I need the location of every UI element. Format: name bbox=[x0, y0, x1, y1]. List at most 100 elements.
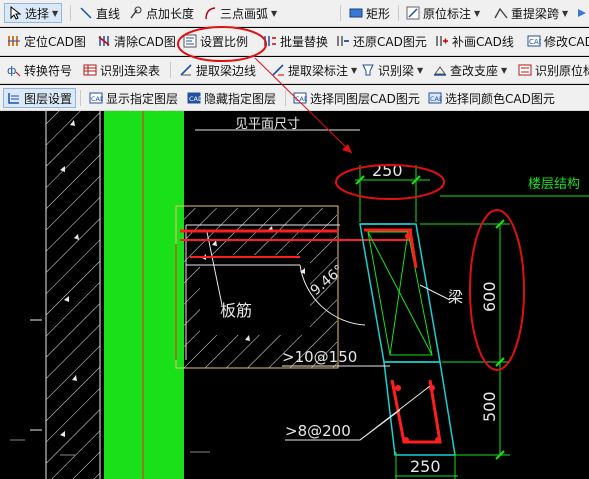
select-button[interactable]: 选择 ▼ bbox=[4, 3, 63, 23]
select-same-color-label: 选择同颜色CAD图元 bbox=[445, 91, 555, 106]
check-support-label: 查改支座 bbox=[450, 63, 499, 78]
beam-label: 梁 bbox=[448, 288, 463, 306]
green-column bbox=[104, 111, 184, 479]
batch-replace-label: 批量替换 bbox=[280, 34, 329, 49]
chevron-down-icon[interactable]: ▼ bbox=[271, 9, 277, 18]
identify-beam-label: 识别梁 bbox=[378, 63, 415, 78]
svg-text:CAD: CAD bbox=[529, 38, 541, 46]
convert-symbol-button[interactable]: ф 转换符号 bbox=[4, 60, 75, 80]
identify-beam-table-label: 识别连梁表 bbox=[100, 63, 161, 78]
rebar-10-150-label: >10@150 bbox=[282, 348, 357, 366]
dim-top-value: 250 bbox=[372, 161, 403, 180]
original-dim-button[interactable]: 原位标注 ▼ bbox=[403, 3, 483, 23]
svg-text:CAD: CAD bbox=[189, 95, 201, 103]
re-extract-span-button[interactable]: 重提梁跨 ▼ bbox=[491, 3, 571, 23]
show-layer-icon: CAD bbox=[89, 91, 103, 105]
locate-icon bbox=[7, 34, 21, 48]
slab-label-clear bbox=[200, 255, 310, 335]
restore-cad-label: 还原CAD图元 bbox=[353, 34, 427, 49]
dimension-icon bbox=[406, 6, 420, 20]
hide-layer-button[interactable]: CAD 隐藏指定图层 bbox=[184, 88, 279, 108]
identify-original-dim-button[interactable]: 识别原位标 bbox=[515, 60, 589, 80]
extract-beam-label-button[interactable]: 提取梁标注 ▼ bbox=[268, 60, 360, 80]
chevron-down-icon[interactable]: ▼ bbox=[501, 66, 507, 75]
chevron-down-icon[interactable]: ▼ bbox=[351, 66, 357, 75]
label-icon bbox=[271, 63, 285, 77]
point-length-button[interactable]: 点加长度 bbox=[126, 3, 197, 23]
identify-beam-button[interactable]: 识别梁 ▼ bbox=[358, 60, 426, 80]
rebar-dot bbox=[403, 437, 409, 443]
modify-cad-button[interactable]: CAD 修改CAD bbox=[524, 31, 589, 51]
select-same-layer-label: 选择同图层CAD图元 bbox=[310, 91, 420, 106]
symbol-icon: ф bbox=[7, 63, 21, 77]
more-icon bbox=[575, 6, 589, 20]
clear-cad-button[interactable]: 清除CAD图 bbox=[94, 31, 179, 51]
select-same-layer-button[interactable]: CAD 选择同图层CAD图元 bbox=[290, 88, 423, 108]
supplement-cad-line-label: 补画CAD线 bbox=[452, 34, 514, 49]
cad-canvas[interactable]: 见平面尺寸 板筋 9.46° 梁 250 600 500 楼层结构 250 >1… bbox=[0, 111, 589, 479]
more-button[interactable] bbox=[572, 3, 589, 23]
support-icon bbox=[433, 63, 447, 77]
modify-cad-label: 修改CAD bbox=[544, 34, 589, 49]
point-length-label: 点加长度 bbox=[146, 6, 195, 21]
rebar-8-200-label: >8@200 bbox=[285, 422, 351, 440]
slab-rebar-label: 板筋 bbox=[220, 301, 252, 320]
chevron-down-icon[interactable]: ▼ bbox=[417, 66, 423, 75]
identify-beam-table-button[interactable]: 识别连梁表 bbox=[80, 60, 163, 80]
arc-icon bbox=[203, 6, 217, 20]
edge-icon bbox=[179, 63, 193, 77]
toolbar-row-1: 选择 ▼ 直线 点加长度 三点画弧 ▼ 矩形 原位标注 ▼ 重提梁跨 ▼ bbox=[0, 0, 589, 27]
show-layer-label: 显示指定图层 bbox=[106, 91, 179, 106]
locate-cad-label: 定位CAD图 bbox=[24, 34, 86, 49]
svg-text:CAD: CAD bbox=[295, 95, 307, 103]
line-button[interactable]: 直线 bbox=[76, 3, 123, 23]
three-point-arc-label: 三点画弧 bbox=[220, 6, 269, 21]
svg-text:CAD: CAD bbox=[430, 95, 442, 103]
select-same-color-button[interactable]: CAD 选择同颜色CAD图元 bbox=[425, 88, 558, 108]
dim-500-value: 500 bbox=[480, 391, 499, 422]
batch-replace-button[interactable]: 批量替换 bbox=[260, 31, 331, 51]
modify-cad-icon: CAD bbox=[527, 34, 541, 48]
svg-text:ф: ф bbox=[7, 64, 16, 77]
three-point-arc-button[interactable]: 三点画弧 ▼ bbox=[200, 3, 280, 23]
chevron-down-icon[interactable]: ▼ bbox=[52, 9, 58, 18]
set-scale-label: 设置比例 bbox=[200, 34, 249, 49]
hide-layer-label: 隐藏指定图层 bbox=[204, 91, 277, 106]
dim-600-value: 600 bbox=[480, 281, 499, 312]
replace-icon bbox=[263, 34, 277, 48]
floor-label: 楼层结构 bbox=[528, 177, 580, 192]
layer-settings-button[interactable]: 图层设置 bbox=[3, 88, 77, 108]
re-extract-span-label: 重提梁跨 bbox=[511, 6, 560, 21]
show-layer-button[interactable]: CAD 显示指定图层 bbox=[86, 88, 181, 108]
layers-icon bbox=[7, 91, 21, 105]
clear-icon bbox=[97, 34, 111, 48]
extract-beam-label-label: 提取梁标注 bbox=[288, 63, 349, 78]
locate-cad-button[interactable]: 定位CAD图 bbox=[4, 31, 89, 51]
line-label: 直线 bbox=[96, 6, 121, 21]
extract-beam-edge-button[interactable]: 提取梁边线 bbox=[176, 60, 259, 80]
set-scale-button[interactable]: 设置比例 bbox=[180, 31, 251, 51]
rect-label: 矩形 bbox=[366, 6, 391, 21]
toolbar-row-4: 图层设置 CAD 显示指定图层 CAD 隐藏指定图层 CAD 选择同图层CAD图… bbox=[0, 85, 589, 111]
supplement-icon bbox=[435, 34, 449, 48]
restore-cad-button[interactable]: 还原CAD图元 bbox=[333, 31, 430, 51]
rect-button[interactable]: 矩形 bbox=[346, 3, 393, 23]
table-icon bbox=[83, 63, 97, 77]
scale-icon bbox=[183, 34, 197, 48]
check-support-button[interactable]: 查改支座 ▼ bbox=[430, 60, 510, 80]
toolbar-row-3: ф 转换符号 识别连梁表 提取梁边线 提取梁标注 ▼ 识别梁 ▼ 查改支座 ▼ … bbox=[0, 57, 589, 84]
hide-layer-icon: CAD bbox=[187, 91, 201, 105]
same-layer-icon: CAD bbox=[293, 91, 307, 105]
span-icon bbox=[494, 6, 508, 20]
wall-hatch bbox=[46, 111, 100, 479]
same-color-icon: CAD bbox=[428, 91, 442, 105]
original-dim-icon bbox=[518, 63, 532, 77]
toolbar-row-2: 定位CAD图 清除CAD图 设置比例 批量替换 还原CAD图元 补画CAD线 C… bbox=[0, 28, 589, 56]
rebar-dot bbox=[405, 233, 411, 239]
chevron-down-icon[interactable]: ▼ bbox=[562, 9, 568, 18]
chevron-down-icon[interactable]: ▼ bbox=[474, 9, 480, 18]
supplement-cad-line-button[interactable]: 补画CAD线 bbox=[432, 31, 517, 51]
dim-bottom-value: 250 bbox=[410, 457, 441, 476]
restore-icon bbox=[336, 34, 350, 48]
svg-text:CAD: CAD bbox=[91, 95, 103, 103]
